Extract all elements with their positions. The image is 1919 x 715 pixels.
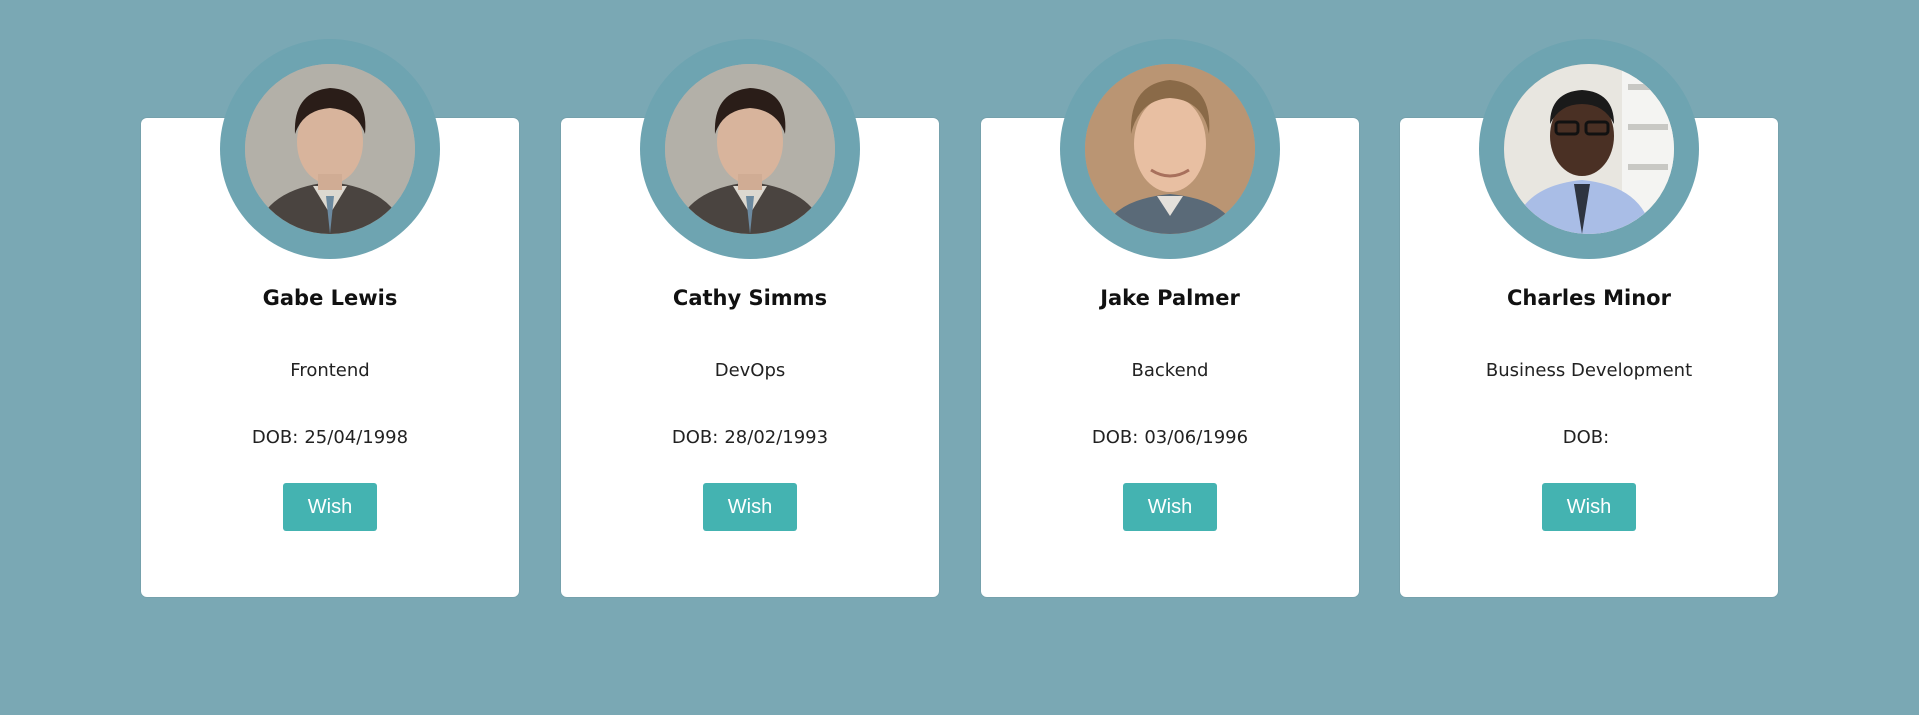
- dob-label: DOB:: [671, 427, 719, 448]
- avatar-ring: [640, 39, 860, 259]
- person-photo-icon: [665, 64, 835, 234]
- dob-label: DOB:: [251, 427, 299, 448]
- avatar-ring: [220, 39, 440, 259]
- wish-button[interactable]: Wish: [1123, 483, 1217, 531]
- employee-card: Gabe Lewis Frontend DOB: 25/04/1998 Wish: [141, 39, 519, 597]
- person-photo-icon: [245, 64, 415, 234]
- avatar: [1085, 64, 1255, 234]
- avatar: [245, 64, 415, 234]
- wish-button[interactable]: Wish: [283, 483, 377, 531]
- employee-name: Charles Minor: [1507, 286, 1671, 310]
- employee-card: Charles Minor Business Development DOB: …: [1400, 39, 1778, 597]
- employee-cards: Gabe Lewis Frontend DOB: 25/04/1998 Wish …: [0, 0, 1919, 715]
- employee-role: Business Development: [1485, 360, 1693, 381]
- avatar: [1504, 64, 1674, 234]
- person-photo-icon: [1085, 64, 1255, 234]
- dob-label: DOB:: [1562, 427, 1610, 448]
- employee-name: Gabe Lewis: [262, 286, 398, 310]
- employee-role: Backend: [1131, 360, 1209, 381]
- employee-name: Jake Palmer: [1100, 286, 1240, 310]
- wish-button[interactable]: Wish: [1542, 483, 1636, 531]
- employee-dob: DOB: 03/06/1996: [981, 427, 1359, 448]
- employee-card: Cathy Simms DevOps DOB: 28/02/1993 Wish: [561, 39, 939, 597]
- employee-card: Jake Palmer Backend DOB: 03/06/1996 Wish: [981, 39, 1359, 597]
- employee-dob: DOB: 28/02/1993: [561, 427, 939, 448]
- employee-role: DevOps: [714, 360, 786, 381]
- employee-dob: DOB:: [1400, 427, 1778, 448]
- dob-label: DOB:: [1091, 427, 1139, 448]
- person-photo-icon: [1504, 64, 1674, 234]
- employee-role: Frontend: [290, 360, 370, 381]
- avatar-ring: [1479, 39, 1699, 259]
- employee-dob: DOB: 25/04/1998: [141, 427, 519, 448]
- dob-value: 28/02/1993: [724, 427, 829, 448]
- avatar: [665, 64, 835, 234]
- avatar-ring: [1060, 39, 1280, 259]
- wish-button[interactable]: Wish: [703, 483, 797, 531]
- employee-name: Cathy Simms: [672, 286, 828, 310]
- dob-value: 03/06/1996: [1144, 427, 1249, 448]
- dob-value: 25/04/1998: [304, 427, 409, 448]
